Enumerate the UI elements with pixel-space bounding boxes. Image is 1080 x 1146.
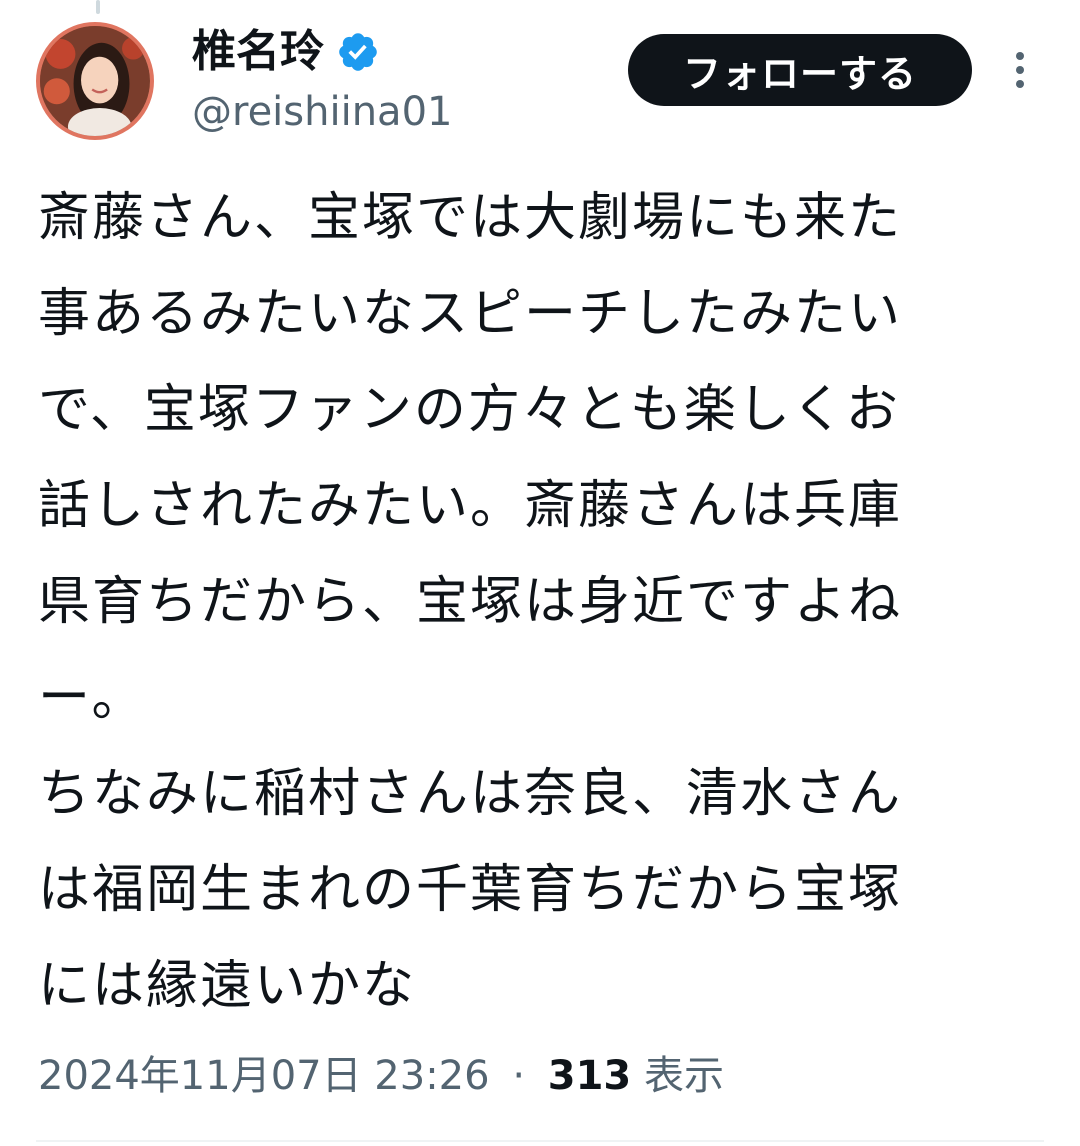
divider (36, 1140, 1044, 1142)
username[interactable]: @reishiina01 (192, 88, 452, 136)
views-count: 313 (547, 1053, 632, 1099)
timestamp[interactable]: 2024年11月07日 23:26 (38, 1053, 490, 1099)
tweet-line: は福岡生まれの千葉育ちだから宝塚 (38, 860, 903, 920)
tweet-line: ちなみに稲村さんは奈良、清水さん (38, 764, 903, 824)
tweet-line: には縁遠いかな (38, 956, 417, 1016)
tweet-line: 話しされたみたい。斎藤さんは兵庫 (38, 476, 903, 536)
tweet-line: 県育ちだから、宝塚は身近ですよね (38, 572, 903, 632)
display-name-row: 椎名玲 (192, 26, 380, 78)
thread-connector-line (96, 0, 100, 14)
tweet-line: 事あるみたいなスピーチしたみたい (38, 284, 903, 344)
tweet-line: 斎藤さん、宝塚では大劇場にも来た (38, 188, 903, 248)
verified-badge-icon (336, 30, 380, 74)
tweet-text: 斎藤さん、宝塚では大劇場にも来た 事あるみたいなスピーチしたみたい で、宝塚ファ… (38, 170, 1038, 1034)
display-name[interactable]: 椎名玲 (192, 26, 324, 78)
tweet-line: で、宝塚ファンの方々とも楽しくお (38, 380, 900, 440)
follow-button[interactable]: フォローする (628, 34, 972, 106)
tweet-line: ー。 (38, 668, 146, 728)
meta-separator: · (512, 1053, 526, 1099)
avatar[interactable] (36, 22, 154, 140)
more-vertical-icon[interactable] (1006, 50, 1034, 90)
tweet-meta: 2024年11月07日 23:26 · 313 表示 (38, 1046, 724, 1106)
views-label: 表示 (643, 1053, 724, 1099)
